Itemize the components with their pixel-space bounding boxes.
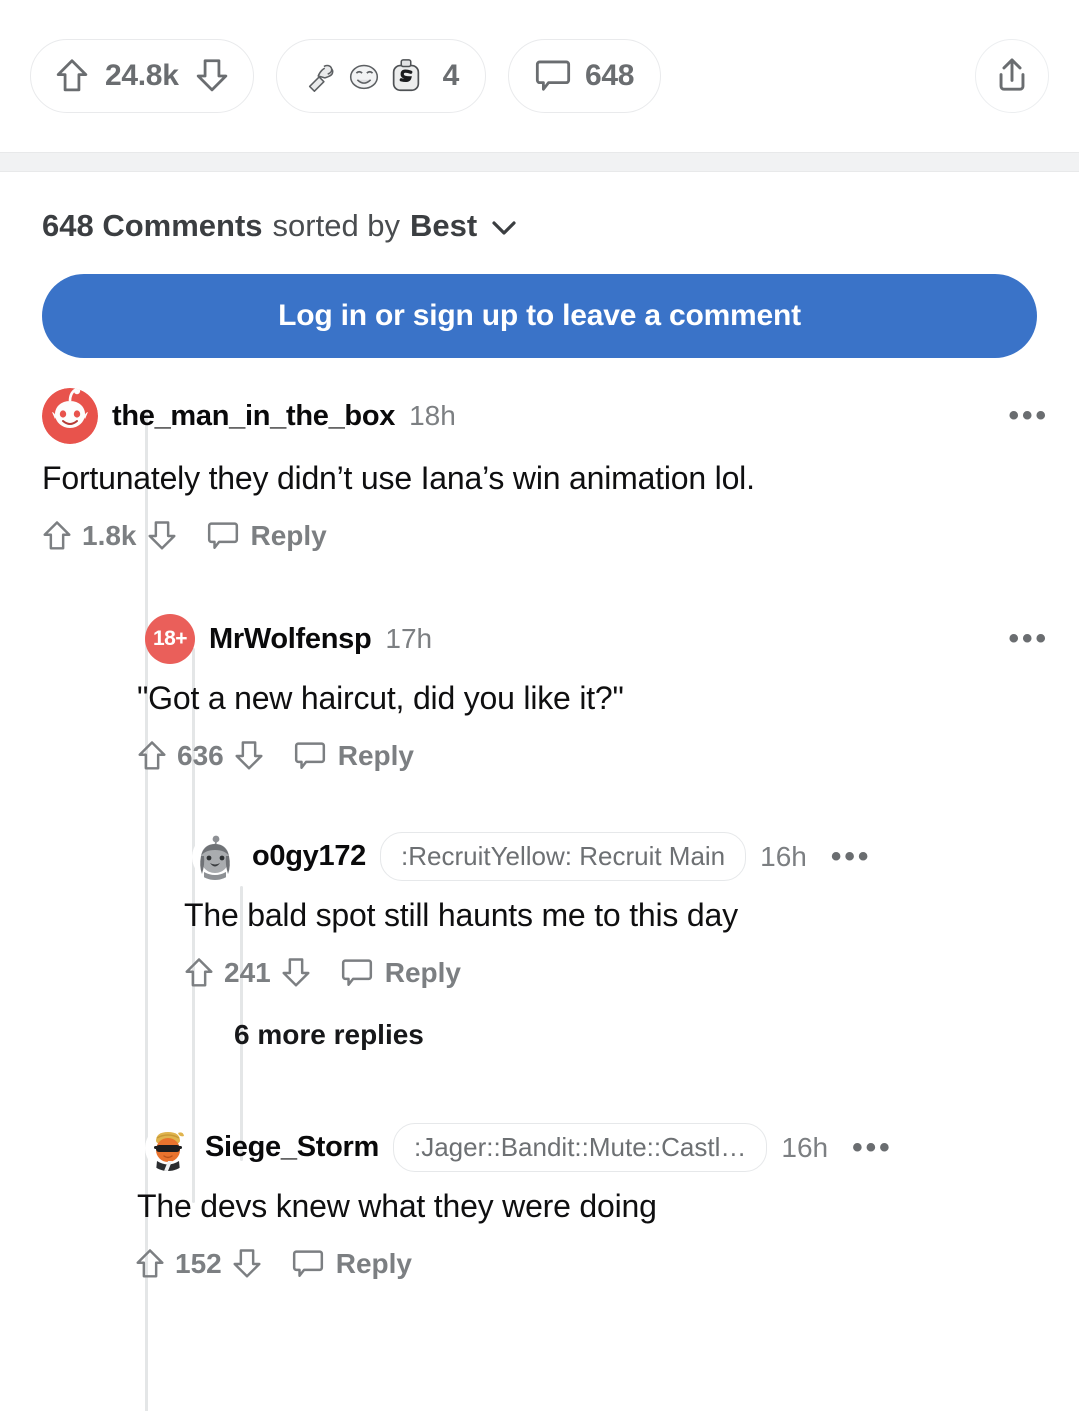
comment-vote-group: 152: [135, 1248, 262, 1280]
awards-list: [303, 57, 429, 95]
comment-overflow-menu[interactable]: •••: [1008, 624, 1049, 654]
comment-body: Fortunately they didn’t use Iana’s win a…: [42, 460, 755, 496]
comment-author[interactable]: Siege_Storm: [205, 1131, 379, 1164]
login-signup-button[interactable]: Log in or sign up to leave a comment: [42, 274, 1037, 358]
chevron-down-icon[interactable]: [487, 208, 517, 244]
more-replies-button[interactable]: 6 more replies: [234, 1019, 1079, 1051]
reply-button[interactable]: Reply: [292, 1248, 412, 1280]
sort-value[interactable]: Best: [410, 208, 477, 244]
arrow-up-icon[interactable]: [135, 1248, 165, 1280]
comment-count: 648: [584, 59, 635, 92]
award-count: 4: [442, 59, 460, 92]
comment-timestamp: 18h: [409, 400, 456, 431]
user-flair: :RecruitYellow: Recruit Main: [379, 832, 747, 881]
comment-body: "Got a new haircut, did you like it?": [137, 680, 624, 716]
comment-bubble-icon: [341, 958, 373, 988]
arrow-down-icon[interactable]: [147, 520, 177, 552]
comment-score: 1.8k: [82, 520, 137, 551]
arrow-up-icon[interactable]: [137, 740, 167, 772]
award-wholesome-icon: [303, 57, 345, 95]
reply-button[interactable]: Reply: [341, 957, 461, 989]
comment-body: The devs knew what they were doing: [137, 1188, 657, 1224]
arrow-down-icon[interactable]: [195, 58, 229, 94]
comment-vote-group: 241: [184, 957, 311, 989]
comment-overflow-menu[interactable]: •••: [852, 1132, 893, 1162]
comment-score: 636: [177, 740, 224, 771]
comment-score: 241: [224, 957, 271, 988]
comment-item: the_man_in_the_box 18h ••• Fortunately t…: [0, 388, 1079, 552]
comment-overflow-menu[interactable]: •••: [831, 841, 872, 871]
share-button[interactable]: [975, 39, 1049, 113]
award-silver-icon: [387, 57, 429, 95]
award-helpful-icon: [345, 57, 387, 95]
comment-actions: 1.8k Reply: [42, 520, 1079, 552]
reply-button[interactable]: Reply: [207, 520, 327, 552]
comment-header: o0gy172 :RecruitYellow: Recruit Main 16h…: [192, 832, 1079, 881]
comment-overflow-menu[interactable]: •••: [1008, 401, 1049, 431]
comment-score: 152: [175, 1248, 222, 1279]
comment-timestamp: 16h: [781, 1131, 829, 1163]
reply-label: Reply: [337, 740, 414, 771]
post-score: 24.8k: [105, 59, 179, 92]
login-cta-wrapper: Log in or sign up to leave a comment: [0, 252, 1079, 358]
reply-label: Reply: [384, 957, 461, 988]
comment-item: o0gy172 :RecruitYellow: Recruit Main 16h…: [0, 832, 1079, 1051]
avatar[interactable]: [192, 833, 238, 880]
comment-vote-group: 636: [137, 740, 264, 772]
awards-pill[interactable]: 4: [275, 39, 486, 113]
comment-author[interactable]: the_man_in_the_box: [112, 400, 395, 433]
comment-bubble-icon: [292, 1249, 324, 1279]
reply-button[interactable]: Reply: [294, 740, 414, 772]
comments-sort-header[interactable]: 648 Comments sorted by Best: [0, 172, 1079, 252]
comments-count-label: 648 Comments: [42, 208, 263, 243]
avatar[interactable]: [145, 1124, 191, 1171]
comment-author[interactable]: MrWolfensp: [209, 623, 372, 656]
arrow-down-icon[interactable]: [281, 957, 311, 989]
comment-item: 18+ MrWolfensp 17h ••• "Got a new haircu…: [0, 614, 1079, 772]
user-flair: :Jager::Bandit::Mute::Castl…: [393, 1123, 768, 1172]
comment-bubble-icon: [535, 59, 571, 93]
comment-item: Siege_Storm :Jager::Bandit::Mute::Castl……: [0, 1123, 1079, 1280]
post-action-bar: 24.8k 4 648: [0, 0, 1079, 152]
comment-actions: 241 Reply: [184, 957, 1079, 989]
arrow-up-icon[interactable]: [184, 957, 214, 989]
comment-timestamp: 17h: [385, 623, 433, 654]
arrow-down-icon[interactable]: [234, 740, 264, 772]
comment-header: 18+ MrWolfensp 17h •••: [145, 614, 1079, 664]
arrow-up-icon[interactable]: [55, 58, 89, 94]
comment-timestamp: 16h: [760, 840, 807, 872]
comment-header: Siege_Storm :Jager::Bandit::Mute::Castl……: [145, 1123, 1079, 1172]
section-divider: [0, 152, 1079, 172]
comment-actions: 152 Reply: [135, 1248, 1079, 1280]
comment-bubble-icon: [294, 741, 326, 771]
comment-body: The bald spot still haunts me to this da…: [184, 897, 738, 933]
comment-author[interactable]: o0gy172: [252, 840, 366, 873]
reply-label: Reply: [335, 1248, 412, 1279]
comment-bubble-icon: [207, 521, 239, 551]
comment-actions: 636 Reply: [137, 740, 1079, 772]
reply-label: Reply: [250, 520, 327, 551]
share-icon: [994, 57, 1030, 95]
comment-vote-group: 1.8k: [42, 520, 177, 552]
avatar[interactable]: [42, 388, 98, 444]
comments-pill[interactable]: 648: [507, 39, 662, 113]
arrow-down-icon[interactable]: [232, 1248, 262, 1280]
sorted-by-label: sorted by: [272, 208, 401, 243]
nsfw-18plus-badge-icon: 18+: [145, 614, 195, 664]
vote-pill[interactable]: 24.8k: [30, 39, 254, 113]
comment-thread: the_man_in_the_box 18h ••• Fortunately t…: [0, 358, 1079, 1411]
arrow-up-icon[interactable]: [42, 520, 72, 552]
comment-header: the_man_in_the_box 18h •••: [42, 388, 1079, 444]
